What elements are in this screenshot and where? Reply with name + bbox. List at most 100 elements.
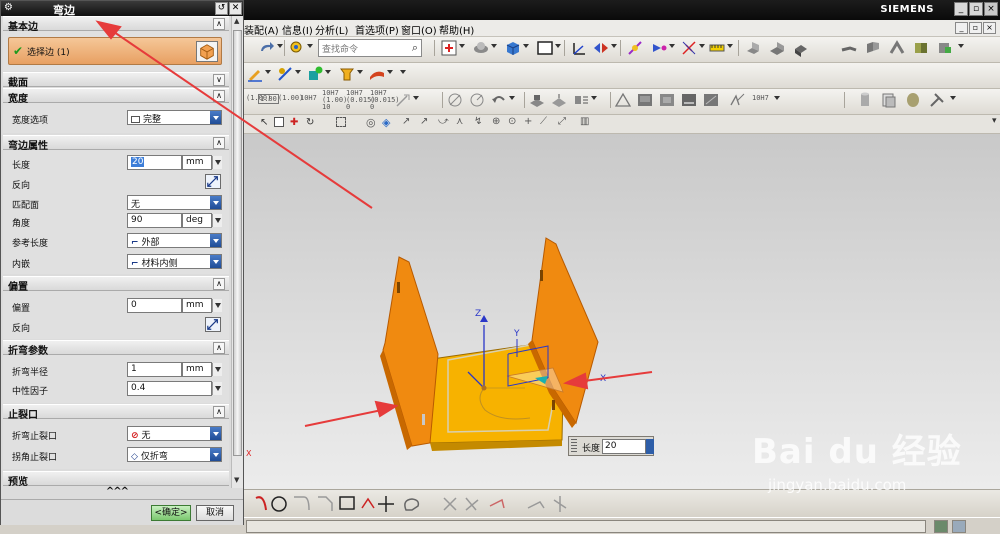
bend-radius-spin-icon[interactable] (212, 363, 222, 376)
background-dropdown-icon[interactable] (555, 44, 561, 48)
render-dropdown-icon[interactable] (523, 44, 529, 48)
trim-dropdown-icon[interactable] (357, 70, 363, 74)
finder-dropdown-icon[interactable] (307, 44, 313, 48)
angle-input[interactable]: 90 (127, 213, 182, 228)
flange-props-chevron-up-icon[interactable]: ∧ (213, 137, 225, 149)
bend-params-chevron-up-icon[interactable]: ∧ (213, 342, 225, 354)
gear-icon[interactable]: ⚙ (4, 2, 13, 13)
bend-radius-input[interactable]: 1 (127, 362, 182, 377)
annotation-list-icon[interactable] (572, 91, 590, 109)
triangle-icon[interactable] (614, 91, 632, 109)
select-box-icon[interactable] (274, 117, 284, 127)
redo-icon[interactable] (258, 39, 276, 57)
neutral-factor-spin-icon[interactable] (212, 382, 222, 395)
snap-arc-center-icon[interactable]: ⊕ (492, 116, 500, 127)
view-box-4-icon[interactable] (702, 91, 720, 109)
select-edge-row[interactable]: ✔ 选择边 (1) (8, 37, 222, 65)
cube-select-icon[interactable]: ◈ (382, 116, 390, 129)
inset-dropdown-icon[interactable] (210, 255, 221, 268)
point-dropdown-icon[interactable] (669, 44, 675, 48)
left-flange[interactable] (382, 256, 439, 447)
bend-icon[interactable] (840, 39, 858, 57)
offset-header[interactable]: 偏置 ∧ (3, 276, 229, 293)
tools-dropdown-icon[interactable] (950, 96, 956, 100)
sketch-icon[interactable] (246, 65, 264, 83)
select-edge-cube-button[interactable] (196, 41, 218, 62)
offset-tool-icon[interactable] (404, 498, 420, 511)
sheet-metal-dropdown-icon[interactable] (958, 44, 964, 48)
fillet-tool-icon[interactable] (294, 496, 310, 511)
tolerance-tool[interactable]: 10H7 (752, 94, 769, 102)
popup-length-input[interactable]: 20 (602, 439, 646, 454)
match-face-dropdown-icon[interactable] (210, 196, 221, 209)
offset-chevron-up-icon[interactable]: ∧ (213, 278, 225, 290)
leader-dropdown-icon[interactable] (413, 96, 419, 100)
width-header[interactable]: 宽度 ∧ (3, 88, 229, 105)
more-options-toggle[interactable]: ^^^ (3, 486, 231, 498)
cylinder-icon[interactable] (856, 91, 874, 109)
snap-quadrant-icon[interactable]: ↯ (474, 116, 482, 127)
width-option-select[interactable]: 完整 (127, 110, 222, 125)
view-box-3-icon[interactable] (680, 91, 698, 109)
dialog-scrollbar[interactable]: ▲ ▼ (231, 16, 243, 488)
minimize-button[interactable]: _ (954, 2, 968, 16)
diameter-icon[interactable] (446, 91, 464, 109)
menu-help[interactable]: 帮助(H) (439, 22, 474, 37)
circle-tool-icon[interactable] (271, 496, 287, 512)
dim-tool-2[interactable]: 1.00 (258, 94, 279, 104)
sheet-metal-tab-icon[interactable] (744, 39, 762, 57)
flange-props-header[interactable]: 弯边属性 ∧ (3, 135, 229, 152)
snap-on-curve-icon[interactable]: ⤢ (558, 116, 566, 127)
origin-point[interactable] (481, 385, 487, 391)
radius-icon[interactable] (468, 91, 486, 109)
snap-face-icon[interactable]: ▥ (580, 116, 589, 127)
angle-spin-icon[interactable] (212, 214, 222, 227)
flat-pattern-icon[interactable] (912, 39, 930, 57)
relief-chevron-up-icon[interactable]: ∧ (213, 406, 225, 418)
sketch-dropdown-icon[interactable] (265, 70, 271, 74)
cancel-button[interactable]: 取消 (196, 505, 234, 521)
scroll-thumb[interactable] (233, 30, 242, 456)
bend-relief-dropdown-icon[interactable] (210, 427, 221, 440)
fit-view-icon[interactable] (440, 39, 458, 57)
measure-icon[interactable] (708, 39, 726, 57)
rect-select-icon[interactable] (336, 117, 346, 127)
profile-header[interactable]: 截面 ∨ (3, 72, 229, 89)
view-box-2-icon[interactable] (658, 91, 676, 109)
sheet-metal-flange-icon[interactable] (768, 39, 786, 57)
mdi-minimize-button[interactable]: _ (955, 22, 968, 34)
scroll-down-icon[interactable]: ▼ (234, 476, 239, 484)
restore-button[interactable]: ▫ (969, 2, 983, 16)
popup-length-dropdown-icon[interactable] (646, 439, 654, 454)
bend-params-header[interactable]: 折弯参数 ∧ (3, 340, 229, 357)
neutral-factor-input[interactable]: 0.4 (127, 381, 212, 396)
search-icon[interactable]: ⌕ (412, 41, 418, 55)
reverse-direction-button[interactable] (205, 174, 221, 189)
ref-length-dropdown-icon[interactable] (210, 234, 221, 247)
match-face-select[interactable]: 无 (127, 195, 222, 210)
leader-icon[interactable] (394, 91, 412, 109)
datum-dropdown-icon[interactable] (295, 70, 301, 74)
annotation-block-icon[interactable] (528, 91, 546, 109)
move-object-icon[interactable] (592, 39, 610, 57)
constraint-tool-icon[interactable] (527, 501, 545, 509)
menu-analysis[interactable]: 分析(L) (315, 22, 348, 37)
dim-tool-5[interactable]: 10H7 (1.00) 10 (322, 90, 347, 111)
offset-spin-icon[interactable] (212, 299, 222, 312)
ok-button[interactable]: <确定> (151, 505, 191, 521)
mdi-restore-button[interactable]: ▫ (969, 22, 982, 34)
tolerance-dropdown-icon[interactable] (774, 96, 780, 100)
menu-info[interactable]: 信息(I) (282, 22, 313, 37)
dialog-titlebar[interactable]: ⚙ 弯边 ↺ ✕ (1, 1, 243, 17)
snap-intersect-icon[interactable]: ⋏ (456, 116, 463, 127)
render-style-icon[interactable] (504, 39, 522, 57)
surface-icon[interactable] (368, 65, 386, 83)
snap-tangent-icon[interactable]: ⟋ (540, 116, 547, 127)
menu-preferences[interactable]: 首选项(P) (355, 22, 399, 37)
orient-view-icon[interactable] (472, 39, 490, 57)
annotation-dropdown-icon[interactable] (591, 96, 597, 100)
width-option-dropdown-icon[interactable] (210, 111, 221, 124)
mdi-close-button[interactable]: × (983, 22, 996, 34)
chevron-down-icon[interactable]: ∨ (213, 74, 225, 86)
dialog-close-button[interactable]: ✕ (229, 2, 242, 15)
